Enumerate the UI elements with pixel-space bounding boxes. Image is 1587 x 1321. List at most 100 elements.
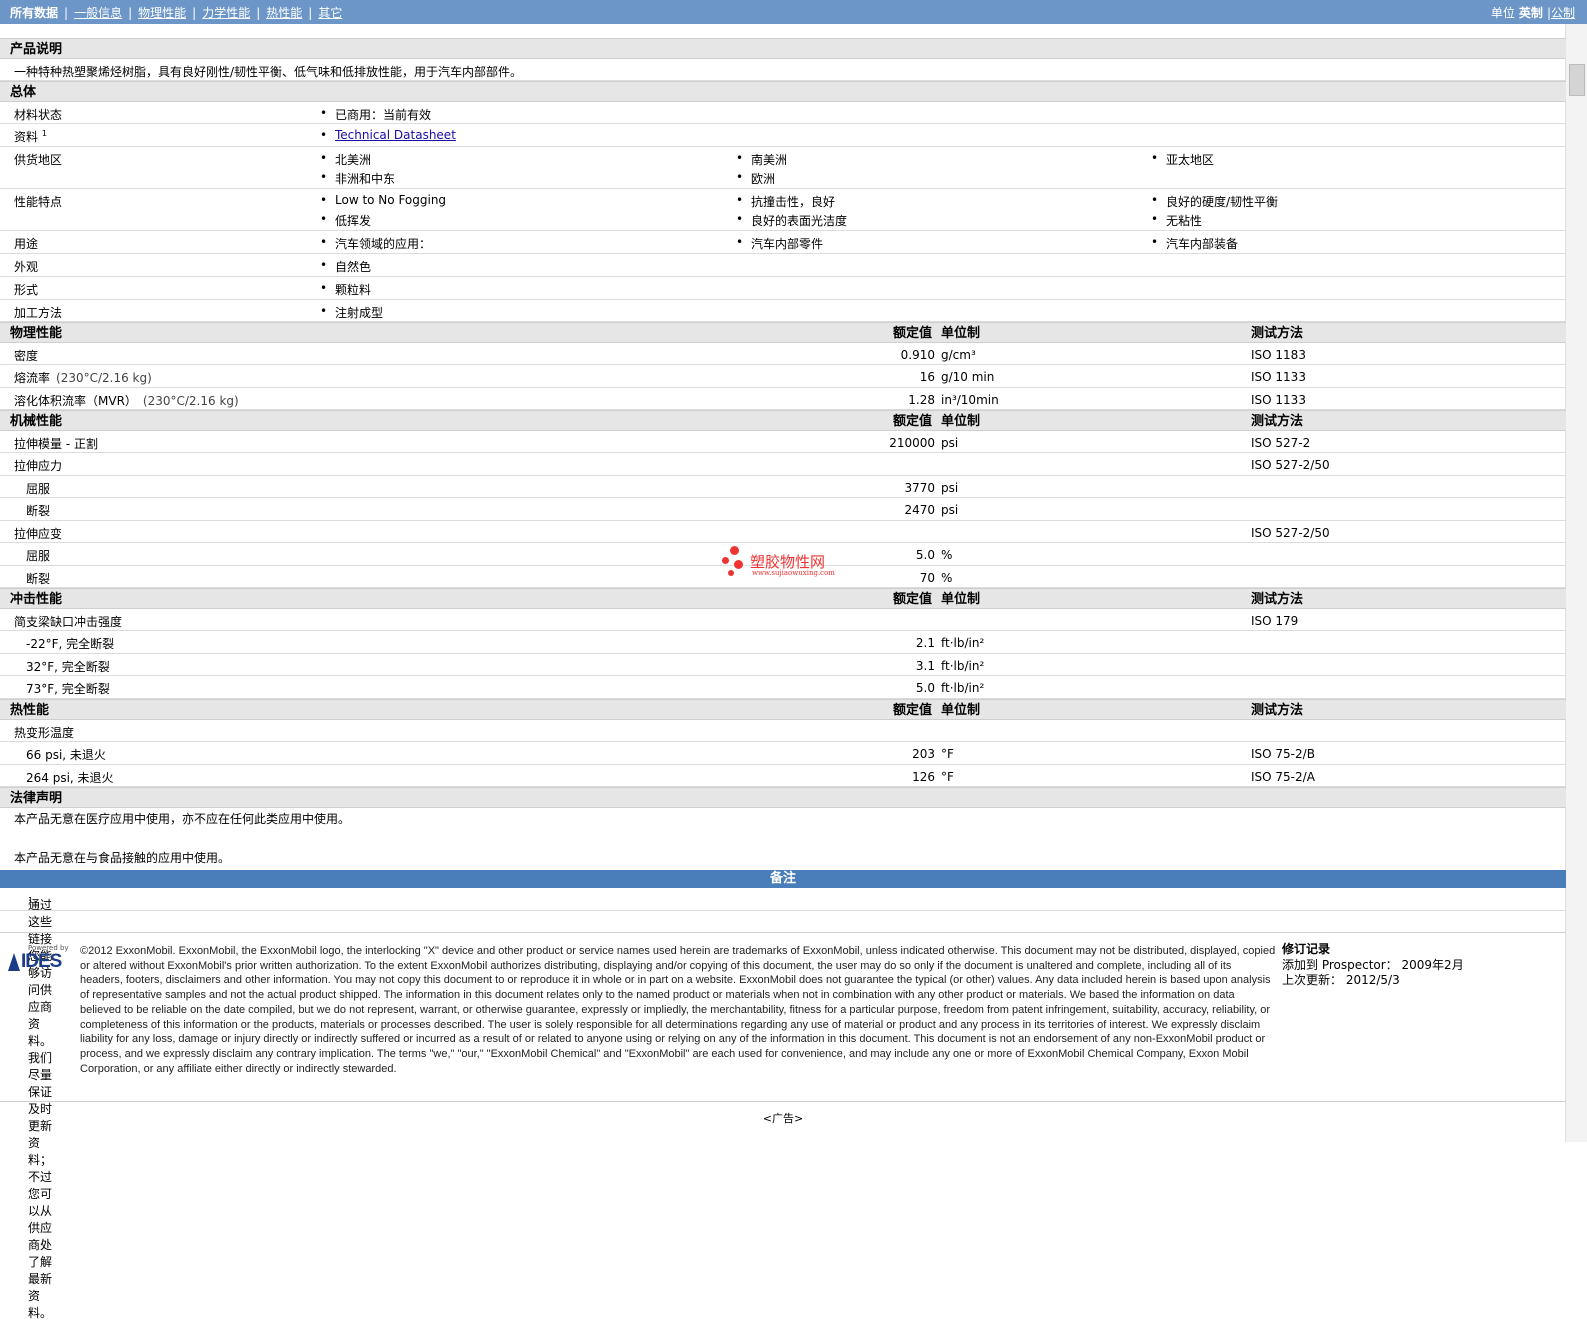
property-value: 5.0 [915,681,935,695]
footer: Powered by IDES ©2012 ExxonMobil. ExxonM… [0,932,1566,1102]
revision-added: 添加到 Prospector： 2009年2月 [1282,957,1464,972]
property-unit: psi [941,436,959,450]
scrollbar-thumb[interactable] [1569,64,1585,96]
top-nav-bar: 所有数据 | 一般信息 | 物理性能 | 力学性能 | 热性能 | 其它 单位 英制 |公制 [0,0,1587,24]
property-label: 264 psi, 未退火 [26,771,114,785]
product-description-text: 一种特种热塑聚烯烃树脂，具有良好刚性/韧性平衡、低气味和低排放性能，用于汽车内部… [14,65,523,79]
footnote-ref: 1 [41,129,47,138]
property-label: 断裂 [26,504,51,518]
property-label: 溶化体积流率（MVR） (230°C/2.16 kg) [14,394,239,408]
property-test: ISO 527-2/50 [1251,458,1330,472]
nav-thermal[interactable]: 热性能 [266,6,302,20]
feature-item: Low to No Fogging [320,193,446,207]
processing-value: 注射成型 [320,304,383,321]
property-label: 73°F, 完全断裂 [26,682,110,696]
nav-general-info[interactable]: 一般信息 [74,6,122,20]
section-title: 产品说明 [10,42,63,57]
legal-statements: 本产品无意在医疗应用中使用，亦不应在任何此类应用中使用。 本产品无意在与食品接触… [0,808,1566,870]
property-test: ISO 179 [1251,614,1299,628]
section-impact: 冲击性能 额定值 单位制 测试方法 [0,588,1566,609]
property-label: 32°F, 完全断裂 [26,660,110,674]
property-unit: g/cm³ [941,348,976,362]
feature-item: 低挥发 [320,212,371,229]
property-condition: (230°C/2.16 kg) [142,394,239,408]
watermark-url: www.sujiaowuxing.com [752,569,835,577]
availability-item: 非洲和中东 [320,170,395,187]
unit-metric[interactable]: 公制 [1551,6,1575,20]
watermark-dot [728,570,734,576]
row-processing: 加工方法 注射成型 [0,300,1566,322]
header-value: 额定值 [893,703,933,718]
footnote-row: 1 通过这些链接您能够访问供应商资料。我们尽量保证及时更新资料；不过您可以从供应… [0,888,1566,1320]
nav-all-data[interactable]: 所有数据 [10,6,58,20]
nav-other[interactable]: 其它 [318,6,342,20]
availability-item: 欧洲 [736,170,775,187]
row-label: 性能特点 [14,195,63,209]
nav-mechanical[interactable]: 力学性能 [202,6,250,20]
revision-title: 修订记录 [1282,942,1331,956]
property-condition: (230°C/2.16 kg) [56,371,152,385]
form-value: 颗粒料 [320,281,371,298]
property-row: 拉伸应力 ISO 527-2/50 [0,453,1566,476]
availability-item: 亚太地区 [1151,151,1214,168]
watermark-dot [734,560,743,569]
property-unit: in³/10min [941,393,999,407]
property-subrow: 断裂 2470 psi [0,498,1566,521]
use-item: 汽车内部零件 [736,235,823,252]
property-subrow: 屈服 3770 psi [0,476,1566,498]
row-material-status: 材料状态 已商用：当前有效 [0,102,1566,124]
ad-label: <广告> [762,1112,804,1125]
property-test: ISO 75-2/B [1251,747,1315,761]
units-label: 单位 [1490,6,1515,20]
appearance-value: 自然色 [320,258,371,275]
property-row: 拉伸模量 - 正割 210000 psi ISO 527-2 [0,431,1566,453]
section-legal: 法律声明 [0,787,1566,808]
ides-logo: Powered by IDES [8,944,70,974]
property-label: 密度 [14,349,39,363]
row-uses: 用途 汽车领域的应用： 汽车内部零件 汽车内部装备 [0,231,1566,254]
property-test: ISO 1183 [1251,348,1306,362]
property-unit: ft·lb/in² [941,659,985,673]
header-test: 测试方法 [1251,414,1304,429]
property-unit: °F [941,770,954,784]
logo-triangle-icon [8,953,20,971]
property-test: ISO 527-2/50 [1251,526,1330,540]
product-description-row: 一种特种热塑聚烯烃树脂，具有良好刚性/韧性平衡、低气味和低排放性能，用于汽车内部… [0,59,1566,81]
vertical-scrollbar[interactable] [1565,24,1587,1142]
property-unit: % [941,571,953,585]
row-label: 材料状态 [14,108,63,122]
property-label: 66 psi, 未退火 [26,748,106,762]
unit-imperial[interactable]: 英制 [1519,6,1543,20]
nav-physical[interactable]: 物理性能 [138,6,186,20]
property-unit: psi [941,503,959,517]
feature-item: 抗撞击性，良好 [736,193,835,210]
property-unit: ft·lb/in² [941,636,985,650]
property-row: 拉伸应变 ISO 527-2/50 [0,521,1566,543]
property-value: 3770 [904,481,935,495]
header-unit: 单位制 [941,703,981,718]
section-mechanical: 机械性能 额定值 单位制 测试方法 [0,410,1566,431]
header-value: 额定值 [893,414,933,429]
property-label: 拉伸模量 - 正割 [14,437,98,451]
use-item: 汽车领域的应用： [320,235,431,252]
section-thermal: 热性能 额定值 单位制 测试方法 [0,699,1566,720]
row-label: 加工方法 [14,306,63,320]
use-item: 汽车内部装备 [1151,235,1238,252]
section-physical: 物理性能 额定值 单位制 测试方法 [0,322,1566,343]
section-title: 物理性能 [10,326,63,341]
row-label: 资料 1 [14,129,47,144]
technical-datasheet-link[interactable]: Technical Datasheet [335,128,456,142]
availability-item: 北美洲 [320,151,371,168]
section-nav: 所有数据 | 一般信息 | 物理性能 | 力学性能 | 热性能 | 其它 [10,6,343,20]
property-value: 2470 [904,503,935,517]
property-label: -22°F, 完全断裂 [26,637,115,651]
header-test: 测试方法 [1251,703,1304,718]
property-subrow: 66 psi, 未退火 203 °F ISO 75-2/B [0,742,1566,765]
legal-statement-medical: 本产品无意在医疗应用中使用，亦不应在任何此类应用中使用。 [14,812,351,826]
section-title: 法律声明 [10,791,63,806]
property-label: 熔流率 (230°C/2.16 kg) [14,371,152,385]
row-appearance: 外观 自然色 [0,254,1566,277]
property-value: 1.28 [908,393,935,407]
property-value: 70 [919,571,935,585]
property-label: 屈服 [26,482,51,496]
